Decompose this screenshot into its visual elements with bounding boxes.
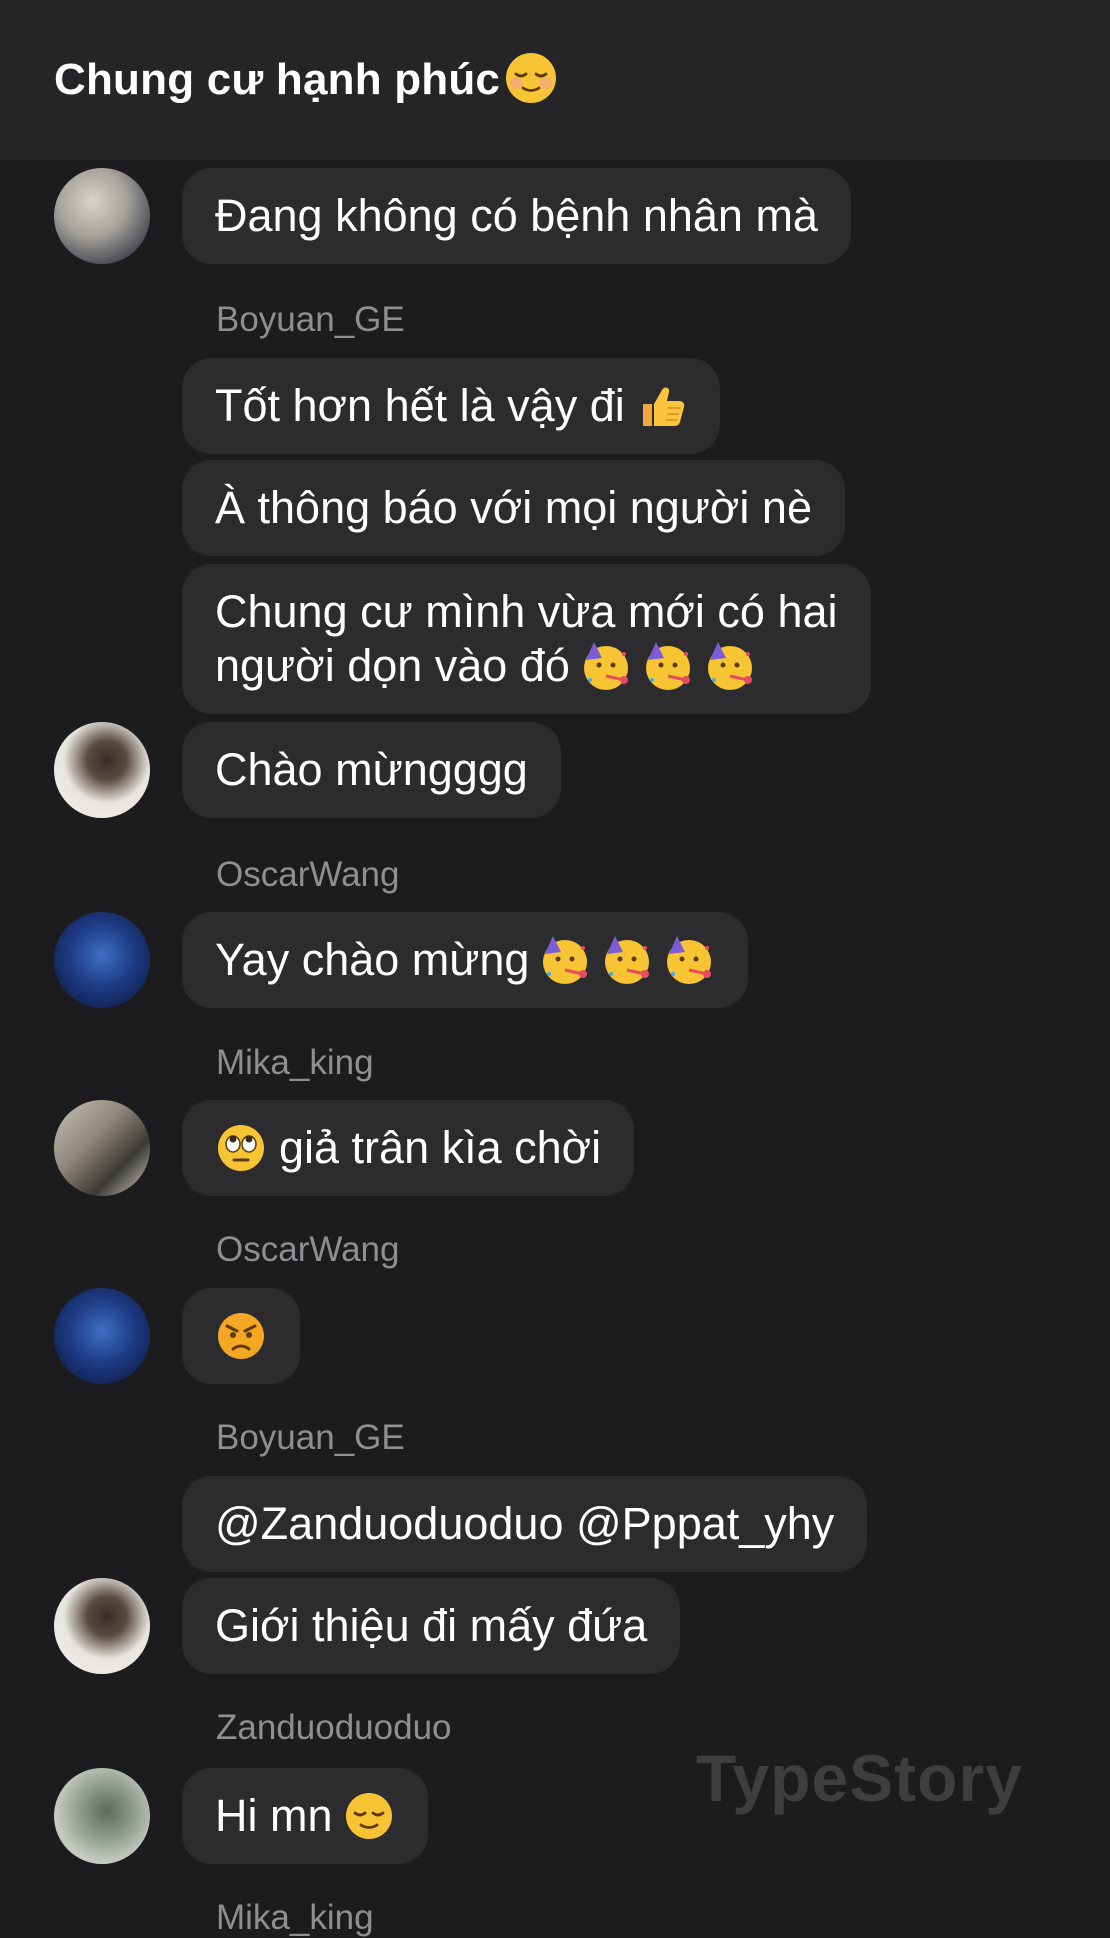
sender-name: Zanduoduoduo — [216, 1708, 452, 1747]
message-text: À thông báo với mọi người nè — [215, 482, 812, 533]
avatar[interactable] — [54, 1578, 150, 1674]
thumbs-up-icon — [642, 387, 684, 426]
chat-header: Chung cư hạnh phúc — [0, 0, 1110, 160]
partying-face-icon — [707, 642, 752, 690]
message-list[interactable]: Đang không có bệnh nhân mà Boyuan_GE Tốt… — [0, 160, 1110, 1937]
message-bubble[interactable]: Đang không có bệnh nhân mà — [182, 168, 851, 264]
sender-name: Mika_king — [216, 1898, 374, 1937]
message-bubble[interactable]: Yay chào mừng — [182, 912, 749, 1008]
message-text: Tốt hơn hết là vậy đi — [215, 380, 625, 431]
avatar[interactable] — [54, 722, 150, 818]
message-bubble[interactable]: Giới thiệu đi mấy đứa — [182, 1578, 681, 1674]
partying-face-icon — [543, 936, 588, 984]
partying-face-icon — [583, 642, 628, 690]
avatar[interactable] — [54, 1288, 150, 1384]
message-text: Giới thiệu đi mấy đứa — [215, 1600, 648, 1651]
avatar[interactable] — [54, 912, 150, 1008]
message-text: Hi mn — [215, 1790, 333, 1841]
avatar[interactable] — [54, 1100, 150, 1196]
relieved-face-icon — [504, 51, 558, 110]
partying-face-icon — [605, 936, 650, 984]
message-bubble[interactable]: Hi mn — [182, 1768, 428, 1864]
partying-face-icon — [645, 642, 690, 690]
message-text: Chào mừngggg — [215, 744, 528, 795]
watermark: TypeStory — [696, 1741, 1023, 1815]
message-bubble[interactable]: À thông báo với mọi người nè — [182, 460, 845, 556]
message-text: Đang không có bệnh nhân mà — [215, 190, 818, 241]
message-bubble[interactable]: @Zanduoduoduo @Pppat_yhy — [182, 1476, 868, 1572]
message-text: @Zanduoduoduo @Pppat_yhy — [215, 1498, 835, 1549]
message-bubble[interactable]: Chung cư mình vừa mới có hai người dọn v… — [182, 564, 871, 714]
partying-face-icon — [667, 936, 712, 984]
avatar[interactable] — [54, 168, 150, 264]
message-bubble[interactable] — [182, 1288, 300, 1384]
angry-face-icon — [218, 1313, 264, 1359]
message-text-line: người dọn vào đó — [215, 639, 756, 693]
message-text: người dọn vào đó — [215, 640, 570, 691]
message-text: Yay chào mừng — [215, 934, 530, 985]
sender-name: OscarWang — [216, 855, 400, 894]
sender-name: Boyuan_GE — [216, 1418, 405, 1457]
avatar[interactable] — [54, 1768, 150, 1864]
sender-name: OscarWang — [216, 1230, 400, 1269]
message-text-line: Chung cư mình vừa mới có hai — [215, 586, 838, 637]
message-bubble[interactable]: Tốt hơn hết là vậy đi — [182, 358, 720, 454]
sender-name: Mika_king — [216, 1043, 374, 1082]
chat-title[interactable]: Chung cư hạnh phúc — [54, 55, 500, 105]
sender-name: Boyuan_GE — [216, 300, 405, 339]
message-bubble[interactable]: giả trân kìa chời — [182, 1100, 635, 1196]
relieved-face-icon — [345, 1793, 392, 1839]
message-bubble[interactable]: Chào mừngggg — [182, 722, 561, 818]
eye-roll-icon — [218, 1125, 264, 1171]
message-text: giả trân kìa chời — [279, 1122, 602, 1173]
